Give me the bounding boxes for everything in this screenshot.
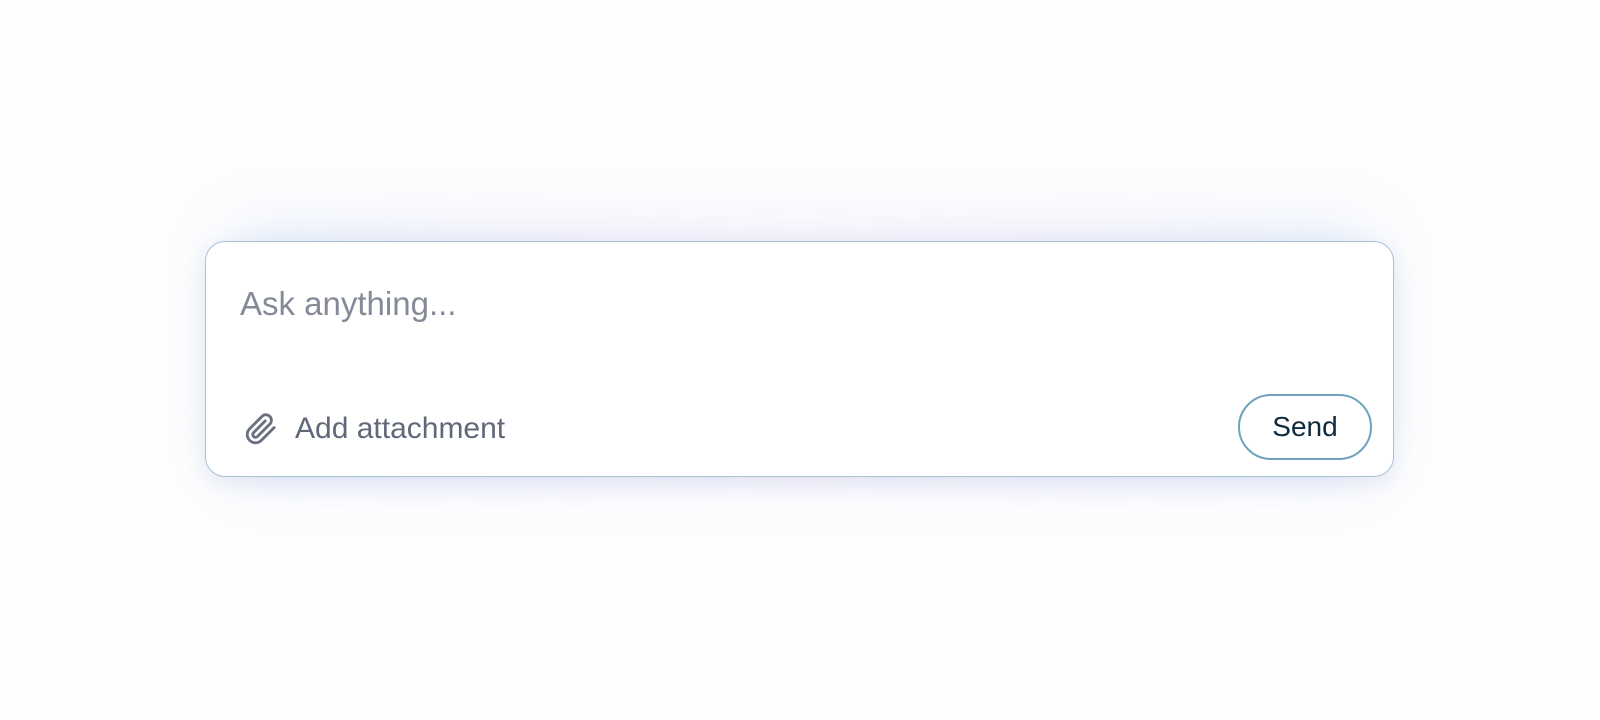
send-button[interactable]: Send xyxy=(1238,394,1372,460)
message-input[interactable] xyxy=(240,280,1240,328)
add-attachment-label: Add attachment xyxy=(295,412,506,445)
page: Add attachment Send xyxy=(0,0,1600,720)
add-attachment-button[interactable]: Add attachment xyxy=(242,409,505,449)
chat-composer: Add attachment Send xyxy=(205,241,1394,477)
paperclip-icon xyxy=(242,411,278,447)
